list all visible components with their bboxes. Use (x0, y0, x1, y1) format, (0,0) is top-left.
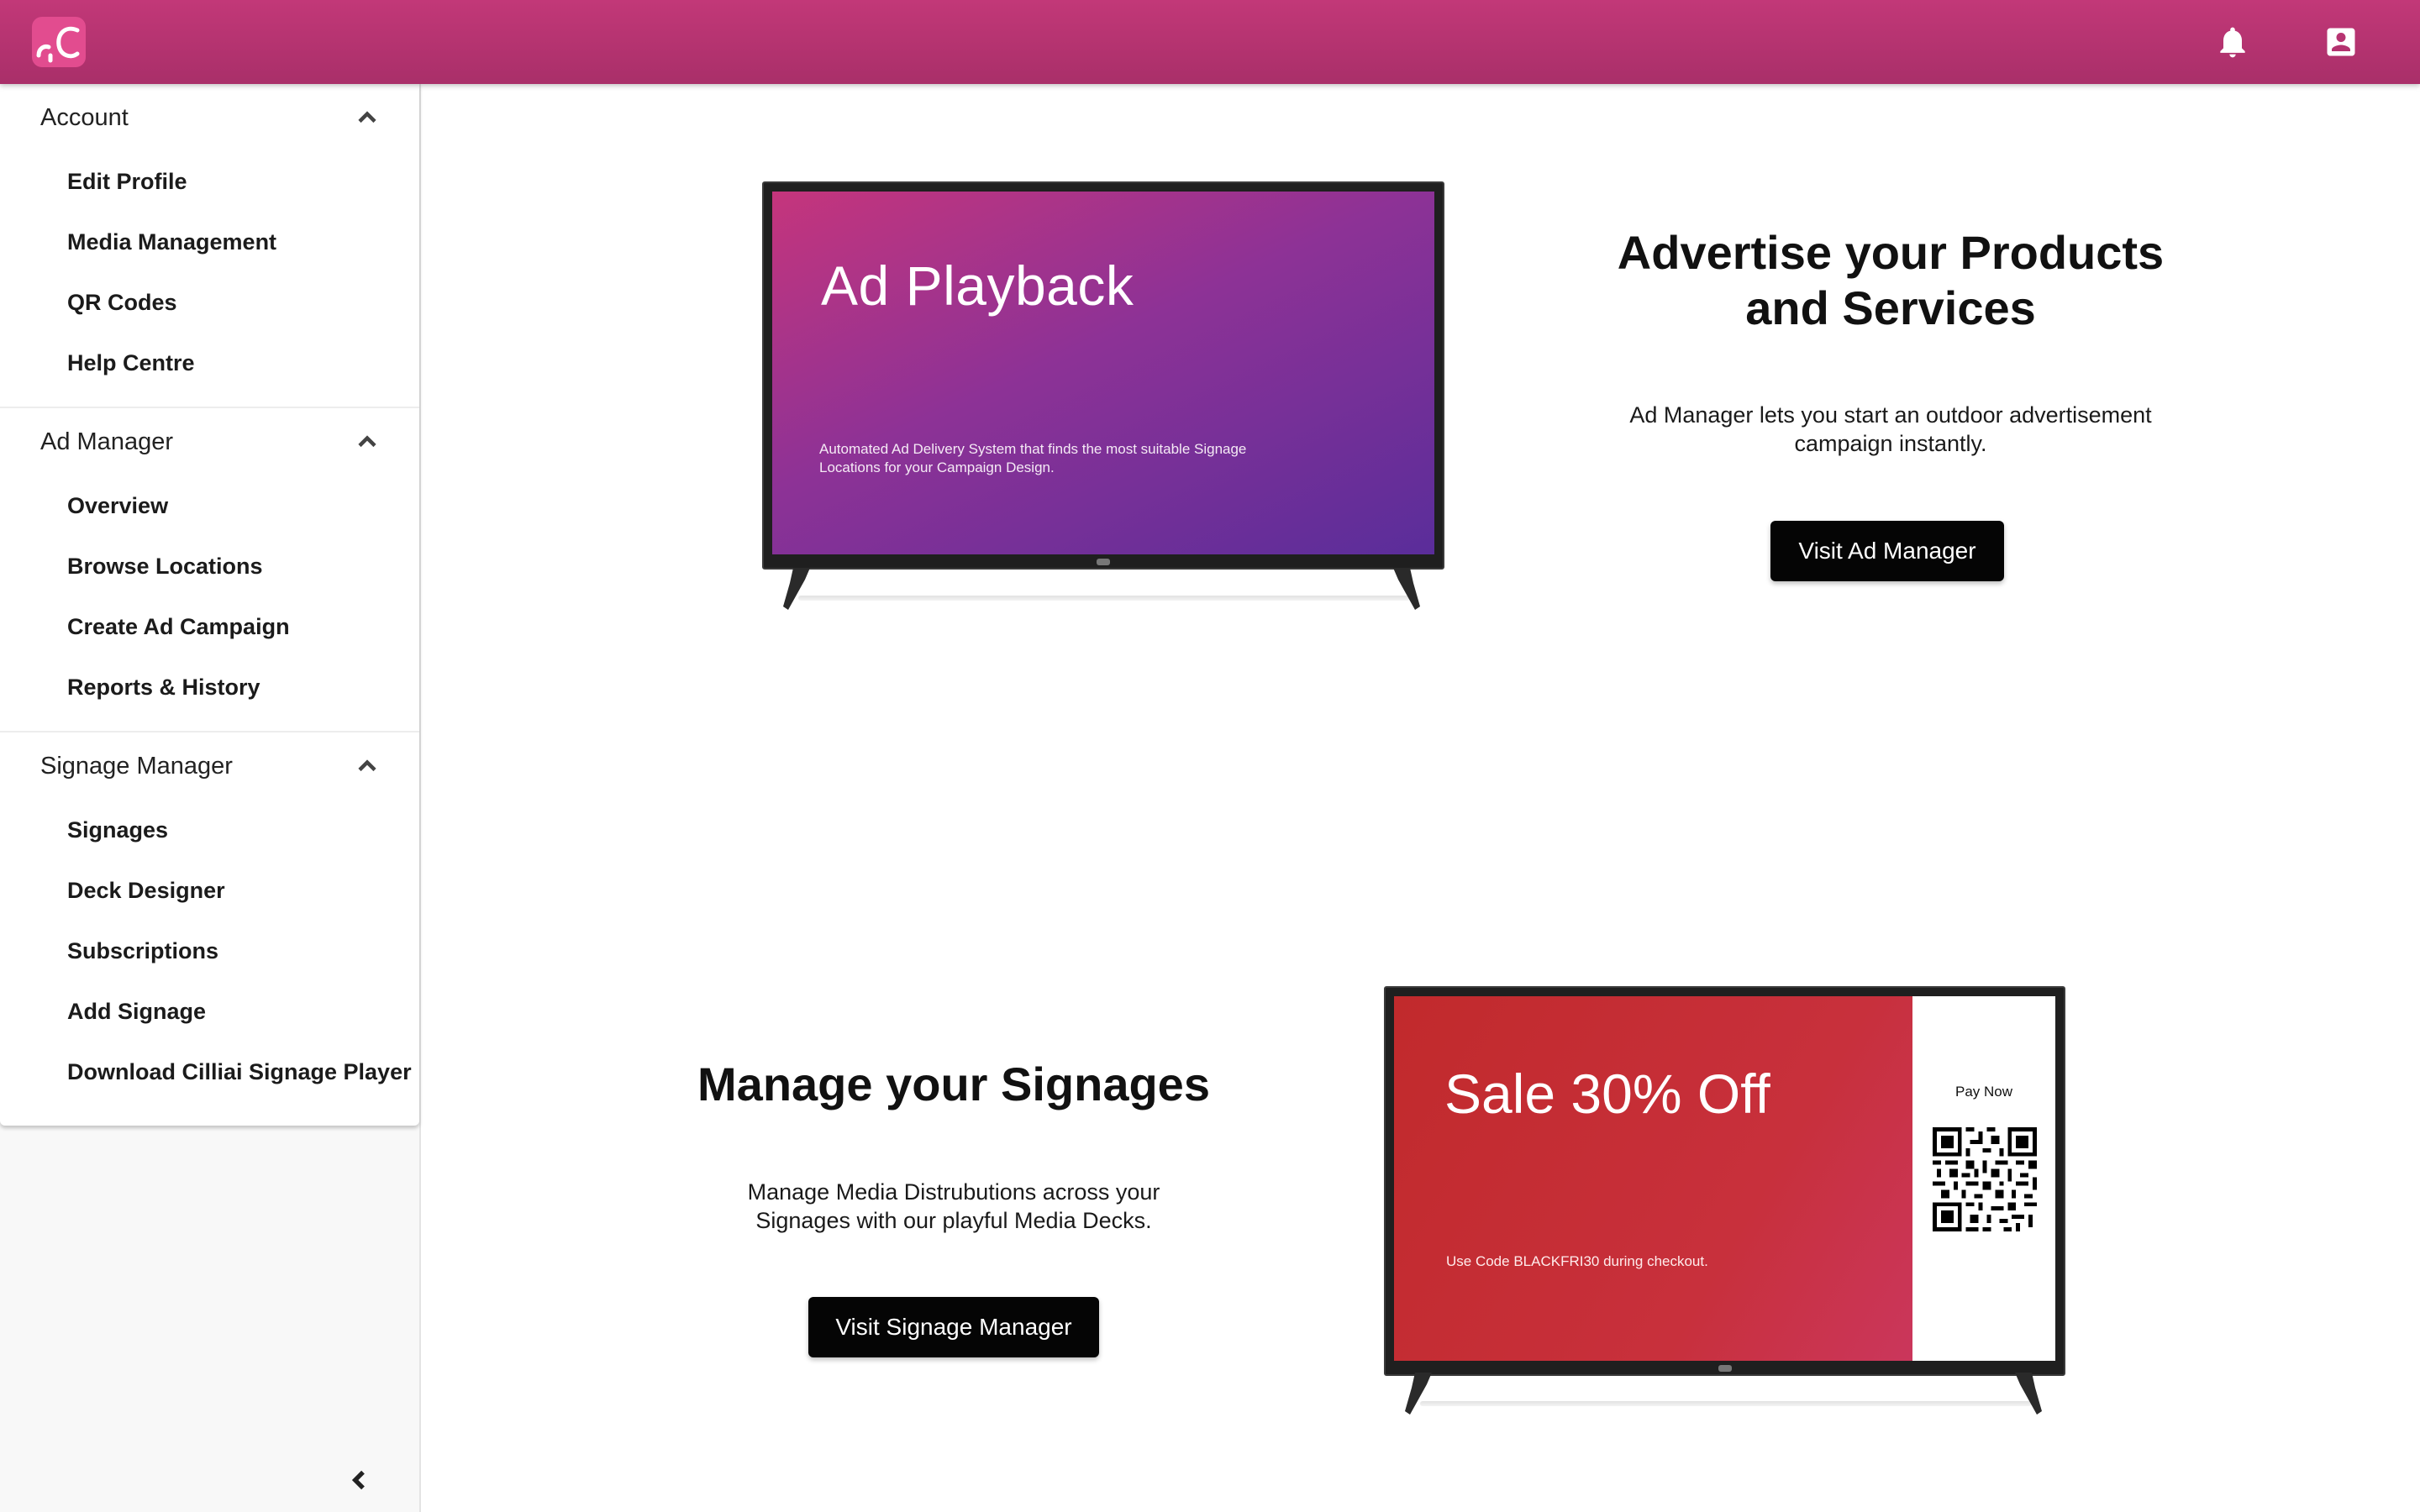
qr-panel: Pay Now (1912, 996, 2055, 1361)
tv-mockup-ad-playback: Ad Playback Automated Ad Delivery System… (762, 181, 1444, 570)
sidebar-section-header-ad-manager[interactable]: Ad Manager (0, 408, 419, 475)
sidebar-section-header-account[interactable]: Account (0, 84, 419, 151)
tv-foot-right (2010, 1373, 2044, 1415)
sidebar-item-browse-locations[interactable]: Browse Locations (0, 536, 419, 596)
sidebar-item-overview[interactable]: Overview (0, 475, 419, 536)
sale-description: Use Code BLACKFRI30 during checkout. (1446, 1253, 1708, 1269)
sidebar-item-signages[interactable]: Signages (0, 800, 419, 860)
tv-foot-left (1403, 1373, 1437, 1415)
sidebar-section-header-signage-manager[interactable]: Signage Manager (0, 732, 419, 800)
tv-brand-mark (1718, 1365, 1732, 1372)
tv-stand (798, 596, 1410, 601)
top-app-bar (0, 0, 2420, 84)
signage-feature-description: Manage Media Distrubutions across your S… (747, 1179, 1160, 1233)
sidebar-item-edit-profile[interactable]: Edit Profile (0, 151, 419, 212)
ad-playback-title: Ad Playback (821, 255, 1134, 317)
sidebar-item-reports-history[interactable]: Reports & History (0, 657, 419, 717)
sidebar-section-signage-manager: Signage Manager Signages Deck Designer S… (0, 732, 419, 1126)
sale-title: Sale 30% Off (1444, 1063, 1770, 1125)
bell-icon[interactable] (2212, 22, 2253, 62)
ad-playback-description: Automated Ad Delivery System that finds … (819, 441, 1247, 475)
cilliai-logo[interactable] (32, 17, 86, 67)
chevron-up-icon[interactable] (352, 102, 382, 133)
pay-now-label: Pay Now (1954, 1084, 2013, 1100)
qr-code-icon (1933, 1127, 2037, 1231)
sidebar-item-add-signage[interactable]: Add Signage (0, 981, 419, 1042)
tv-stand (1420, 1401, 2032, 1406)
sidebar: Account Edit Profile Media Management QR… (0, 84, 421, 1512)
tv-brand-mark (1097, 559, 1110, 565)
section-title: Account (40, 103, 129, 131)
ad-feature-description: Ad Manager lets you start an outdoor adv… (1629, 402, 2152, 456)
sidebar-item-deck-designer[interactable]: Deck Designer (0, 860, 419, 921)
account-box-icon[interactable] (2321, 22, 2361, 62)
sidebar-item-download-player[interactable]: Download Cilliai Signage Player (0, 1042, 419, 1102)
sidebar-item-create-ad-campaign[interactable]: Create Ad Campaign (0, 596, 419, 657)
sidebar-item-help-centre[interactable]: Help Centre (0, 333, 419, 393)
sidebar-item-qr-codes[interactable]: QR Codes (0, 272, 419, 333)
section-title: Ad Manager (40, 428, 173, 455)
chevron-up-icon[interactable] (352, 427, 382, 457)
ad-feature-title: Advertise your Products and Services (1617, 226, 2165, 334)
tv-foot-left (781, 568, 815, 610)
chevron-left-icon[interactable] (343, 1463, 376, 1497)
section-title: Signage Manager (40, 752, 233, 780)
tv-screen: Ad Playback Automated Ad Delivery System… (772, 192, 1434, 554)
tv-screen: Sale 30% Off Use Code BLACKFRI30 during … (1394, 996, 2055, 1361)
tv-frame: Ad Playback Automated Ad Delivery System… (762, 181, 1444, 570)
tv-mockup-sale: Sale 30% Off Use Code BLACKFRI30 during … (1384, 986, 2065, 1376)
visit-signage-manager-button[interactable]: Visit Signage Manager (808, 1297, 1099, 1357)
chevron-up-icon[interactable] (352, 751, 382, 781)
tv-frame: Sale 30% Off Use Code BLACKFRI30 during … (1384, 986, 2065, 1376)
sidebar-menu: Account Edit Profile Media Management QR… (0, 84, 419, 1126)
sidebar-section-ad-manager: Ad Manager Overview Browse Locations Cre… (0, 408, 419, 732)
tv-foot-right (1388, 568, 1422, 610)
signage-feature-title: Manage your Signages (697, 1058, 1210, 1110)
sidebar-item-media-management[interactable]: Media Management (0, 212, 419, 272)
sidebar-section-account: Account Edit Profile Media Management QR… (0, 84, 419, 408)
visit-ad-manager-button[interactable]: Visit Ad Manager (1770, 521, 2004, 581)
sidebar-item-subscriptions[interactable]: Subscriptions (0, 921, 419, 981)
